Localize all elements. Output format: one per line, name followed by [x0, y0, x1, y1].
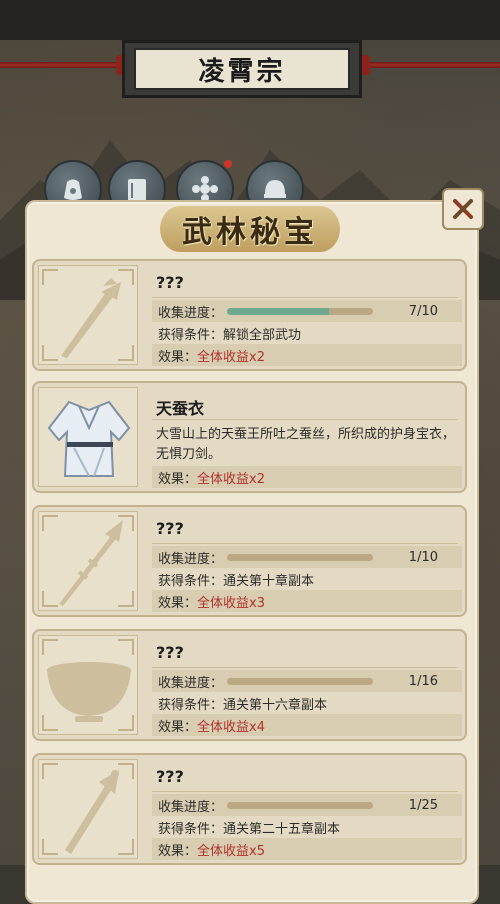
condition-label: 获得条件： — [158, 697, 224, 713]
treasure-image-frame — [38, 759, 138, 859]
effect-value: 全体收益x2 — [197, 349, 265, 365]
close-icon — [453, 199, 473, 219]
progress-label: 收集进度： — [158, 551, 224, 567]
progress-label: 收集进度： — [158, 305, 224, 321]
effect-row: 效果： 全体收益x4 — [152, 714, 462, 736]
treasure-card[interactable]: ??? 收集进度： 7/10 获得条件： 解锁全部武功 效果： 全体收益x2 — [32, 259, 467, 371]
sword-icon — [61, 278, 121, 358]
divider — [152, 543, 458, 544]
condition-value: 通关第二十五章副本 — [223, 821, 341, 837]
close-button[interactable] — [442, 188, 484, 230]
treasure-card[interactable]: 天蚕衣 大雪山上的天蚕王所吐之蚕丝，所织成的护身宝衣，无惧刀剑。 效果： 全体收… — [32, 381, 467, 493]
progress-label: 收集进度： — [158, 675, 224, 691]
divider — [152, 791, 458, 792]
effect-value: 全体收益x3 — [197, 595, 265, 611]
condition-value: 通关第十章副本 — [223, 573, 315, 589]
progress-row: 收集进度： 1/16 — [152, 670, 462, 692]
condition-value: 解锁全部武功 — [223, 327, 302, 343]
treasure-image-frame — [38, 387, 138, 487]
divider — [152, 667, 458, 668]
effect-value: 全体收益x4 — [197, 719, 265, 735]
effect-row: 效果： 全体收益x2 — [152, 344, 462, 366]
treasure-name: ??? — [156, 767, 184, 786]
effect-label: 效果： — [158, 719, 198, 735]
divider — [152, 419, 458, 420]
treasure-card[interactable]: ??? 收集进度： 1/10 获得条件： 通关第十章副本 效果： 全体收益x3 — [32, 505, 467, 617]
robe-icon — [47, 400, 131, 477]
progress-count: 1/16 — [408, 673, 438, 689]
effect-value: 全体收益x5 — [197, 843, 265, 859]
title-plaque: 凌霄宗 — [122, 40, 362, 98]
treasure-image-frame — [38, 635, 138, 735]
progress-bar — [227, 801, 374, 809]
treasure-description: 大雪山上的天蚕王所吐之蚕丝，所织成的护身宝衣，无惧刀剑。 — [156, 427, 456, 462]
progress-count: 1/10 — [408, 549, 438, 565]
progress-bar — [227, 307, 374, 315]
treasure-name: 天蚕衣 — [156, 399, 205, 418]
effect-label: 效果： — [158, 843, 198, 859]
condition-label: 获得条件： — [158, 821, 224, 837]
panel-header: 武林秘宝 — [160, 206, 340, 252]
condition-label: 获得条件： — [158, 327, 224, 343]
progress-count: 7/10 — [408, 303, 438, 319]
effect-row: 效果： 全体收益x3 — [152, 590, 462, 612]
treasure-image-frame — [38, 265, 138, 365]
dagger-icon — [65, 770, 119, 854]
progress-row: 收集进度： 1/25 — [152, 794, 462, 816]
notification-dot — [224, 160, 232, 168]
treasure-name: ??? — [156, 273, 184, 292]
spear-icon — [59, 520, 123, 606]
treasure-name: ??? — [156, 519, 184, 538]
treasure-card[interactable]: ??? 收集进度： 1/25 获得条件： 通关第二十五章副本 效果： 全体收益x… — [32, 753, 467, 865]
progress-row: 收集进度： 7/10 — [152, 300, 462, 322]
condition-row: 获得条件： 通关第十章副本 — [152, 568, 462, 590]
effect-label: 效果： — [158, 595, 198, 611]
progress-bar — [227, 553, 374, 561]
effect-label: 效果： — [158, 471, 198, 487]
bowl-icon — [47, 662, 131, 722]
divider — [152, 297, 458, 298]
progress-bar-fill — [227, 307, 330, 315]
condition-row: 获得条件： 通关第十六章副本 — [152, 692, 462, 714]
condition-row: 获得条件： 解锁全部武功 — [152, 322, 462, 344]
treasure-image-frame — [38, 511, 138, 611]
effect-label: 效果： — [158, 349, 198, 365]
condition-row: 获得条件： 通关第二十五章副本 — [152, 816, 462, 838]
progress-row: 收集进度： 1/10 — [152, 546, 462, 568]
progress-bar — [227, 677, 374, 685]
treasure-name: ??? — [156, 643, 184, 662]
panel-title: 武林秘宝 — [182, 215, 318, 250]
effect-value: 全体收益x2 — [197, 471, 265, 487]
progress-count: 1/25 — [408, 797, 438, 813]
effect-row: 效果： 全体收益x5 — [152, 838, 462, 860]
top-band — [0, 0, 500, 40]
effect-row: 效果： 全体收益x2 — [152, 466, 462, 488]
progress-label: 收集进度： — [158, 799, 224, 815]
condition-label: 获得条件： — [158, 573, 224, 589]
treasure-card[interactable]: ??? 收集进度： 1/16 获得条件： 通关第十六章副本 效果： 全体收益x4 — [32, 629, 467, 741]
page-title: 凌霄宗 — [134, 48, 350, 90]
condition-value: 通关第十六章副本 — [223, 697, 328, 713]
